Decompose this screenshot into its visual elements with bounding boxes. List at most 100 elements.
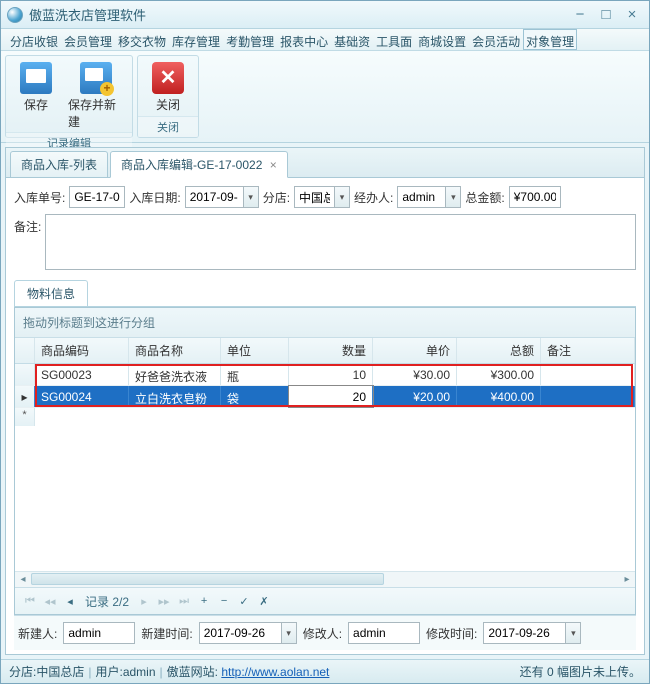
menu-member[interactable]: 会员管理 — [61, 29, 115, 50]
col-code[interactable]: 商品编码 — [35, 338, 129, 363]
nav-last-button[interactable]: ⏭ — [175, 592, 193, 610]
footer-form: 新建人: 新建时间: ▾ 修改人: 修改时间: ▾ — [14, 615, 636, 650]
menu-stock[interactable]: 库存管理 — [169, 29, 223, 50]
save-new-icon — [80, 62, 112, 94]
handler-drop-icon[interactable]: ▾ — [445, 186, 461, 208]
cell-qty-editing[interactable]: 20 — [289, 386, 373, 407]
menu-base[interactable]: 基础资 — [331, 29, 373, 50]
cell-code[interactable]: SG00023 — [35, 364, 129, 385]
menu-cashier[interactable]: 分店收银 — [7, 29, 61, 50]
modified-combo[interactable]: ▾ — [483, 622, 581, 644]
tab-list[interactable]: 商品入库-列表 — [10, 151, 108, 177]
cell-unit[interactable]: 袋 — [221, 386, 289, 407]
nav-nextpage-button[interactable]: ▸▸ — [155, 592, 173, 610]
nav-add-button[interactable]: + — [195, 592, 213, 610]
handler-combo[interactable]: ▾ — [397, 186, 461, 208]
status-site-link[interactable]: http://www.aolan.net — [221, 665, 329, 679]
close-editor-button[interactable]: ✕ 关闭 — [144, 60, 192, 116]
cell-total[interactable]: ¥400.00 — [457, 386, 541, 407]
grid-new-row[interactable]: * — [15, 408, 635, 426]
body-area: 商品入库-列表 商品入库编辑-GE-17-0022 × 入库单号: 入库日期: … — [1, 143, 649, 659]
menu-report[interactable]: 报表中心 — [277, 29, 331, 50]
maximize-button[interactable]: □ — [595, 6, 617, 23]
menu-transfer[interactable]: 移交衣物 — [115, 29, 169, 50]
save-button[interactable]: 保存 — [12, 60, 60, 132]
status-user-prefix: 用户: — [95, 663, 122, 680]
scroll-thumb[interactable] — [31, 573, 384, 585]
cell-price[interactable]: ¥30.00 — [373, 364, 457, 385]
col-name[interactable]: 商品名称 — [129, 338, 221, 363]
nav-cancel-button[interactable]: ✗ — [255, 592, 273, 610]
total-input[interactable] — [509, 186, 561, 208]
nav-next-button[interactable]: ▸ — [135, 592, 153, 610]
branch-input[interactable] — [294, 186, 334, 208]
modified-input[interactable] — [483, 622, 565, 644]
nav-first-button[interactable]: ⏮ — [21, 592, 39, 610]
date-combo[interactable]: ▾ — [185, 186, 259, 208]
nav-delete-button[interactable]: − — [215, 592, 233, 610]
menu-attendance[interactable]: 考勤管理 — [223, 29, 277, 50]
col-unit[interactable]: 单位 — [221, 338, 289, 363]
cell-code[interactable]: SG00024 — [35, 386, 129, 407]
created-drop-icon[interactable]: ▾ — [281, 622, 297, 644]
scroll-track[interactable] — [31, 572, 619, 587]
menu-tools[interactable]: 工具面 — [373, 29, 415, 50]
doc-tabs: 商品入库-列表 商品入库编辑-GE-17-0022 × — [6, 148, 644, 178]
order-no-input[interactable] — [69, 186, 125, 208]
cell-price[interactable]: ¥20.00 — [373, 386, 457, 407]
col-remark[interactable]: 备注 — [541, 338, 635, 363]
subtab-material[interactable]: 物料信息 — [14, 280, 88, 306]
tab-close-icon[interactable]: × — [270, 158, 277, 172]
handler-label: 经办人: — [354, 189, 393, 206]
save-and-new-button[interactable]: 保存并新建 — [66, 60, 126, 132]
minimize-button[interactable]: − — [569, 6, 591, 23]
date-input[interactable] — [185, 186, 243, 208]
save-label: 保存 — [24, 96, 48, 113]
cell-unit[interactable]: 瓶 — [221, 364, 289, 385]
created-combo[interactable]: ▾ — [199, 622, 297, 644]
status-branch: 中国总店 — [36, 663, 84, 680]
group-by-bar[interactable]: 拖动列标题到这进行分组 — [15, 308, 635, 338]
cell-remark[interactable] — [541, 364, 635, 385]
handler-input[interactable] — [397, 186, 445, 208]
nav-confirm-button[interactable]: ✓ — [235, 592, 253, 610]
col-total[interactable]: 总额 — [457, 338, 541, 363]
branch-combo[interactable]: ▾ — [294, 186, 350, 208]
menu-activity[interactable]: 会员活动 — [469, 29, 523, 50]
cell-name[interactable]: 好爸爸洗衣液 — [129, 364, 221, 385]
cell-remark[interactable] — [541, 386, 635, 407]
ribbon-group-close: ✕ 关闭 关闭 — [137, 55, 199, 138]
modified-drop-icon[interactable]: ▾ — [565, 622, 581, 644]
nav-prevpage-button[interactable]: ◂◂ — [41, 592, 59, 610]
date-label: 入库日期: — [129, 189, 180, 206]
grid-row[interactable]: SG00023 好爸爸洗衣液 瓶 10 ¥30.00 ¥300.00 — [15, 364, 635, 386]
status-right: 还有 0 幅图片未上传。 — [520, 663, 641, 680]
cell-total[interactable]: ¥300.00 — [457, 364, 541, 385]
modifier-input[interactable] — [348, 622, 420, 644]
scroll-left-icon[interactable]: ◂ — [15, 572, 31, 587]
status-sep: | — [160, 665, 163, 679]
cell-qty[interactable]: 10 — [289, 364, 373, 385]
creator-input[interactable] — [63, 622, 135, 644]
branch-drop-icon[interactable]: ▾ — [334, 186, 350, 208]
save-new-label: 保存并新建 — [68, 96, 124, 130]
close-button[interactable]: × — [621, 6, 643, 23]
window-title: 傲蓝洗衣店管理软件 — [29, 5, 146, 24]
created-input[interactable] — [199, 622, 281, 644]
date-drop-icon[interactable]: ▾ — [243, 186, 259, 208]
grid-h-scrollbar[interactable]: ◂ ▸ — [15, 571, 635, 587]
col-qty[interactable]: 数量 — [289, 338, 373, 363]
scroll-right-icon[interactable]: ▸ — [619, 572, 635, 587]
nav-prev-button[interactable]: ◂ — [61, 592, 79, 610]
col-price[interactable]: 单价 — [373, 338, 457, 363]
col-indicator — [15, 338, 35, 363]
menu-mall[interactable]: 商城设置 — [415, 29, 469, 50]
order-no-label: 入库单号: — [14, 189, 65, 206]
modified-label: 修改时间: — [426, 625, 477, 642]
grid-row[interactable]: ▸ SG00024 立白洗衣皂粉 袋 20 ¥20.00 ¥400.00 — [15, 386, 635, 408]
cell-name[interactable]: 立白洗衣皂粉 — [129, 386, 221, 407]
tab-edit[interactable]: 商品入库编辑-GE-17-0022 × — [110, 151, 288, 178]
remark-label: 备注: — [14, 214, 41, 235]
remark-textarea[interactable] — [45, 214, 636, 270]
menu-object[interactable]: 对象管理 — [523, 29, 577, 50]
